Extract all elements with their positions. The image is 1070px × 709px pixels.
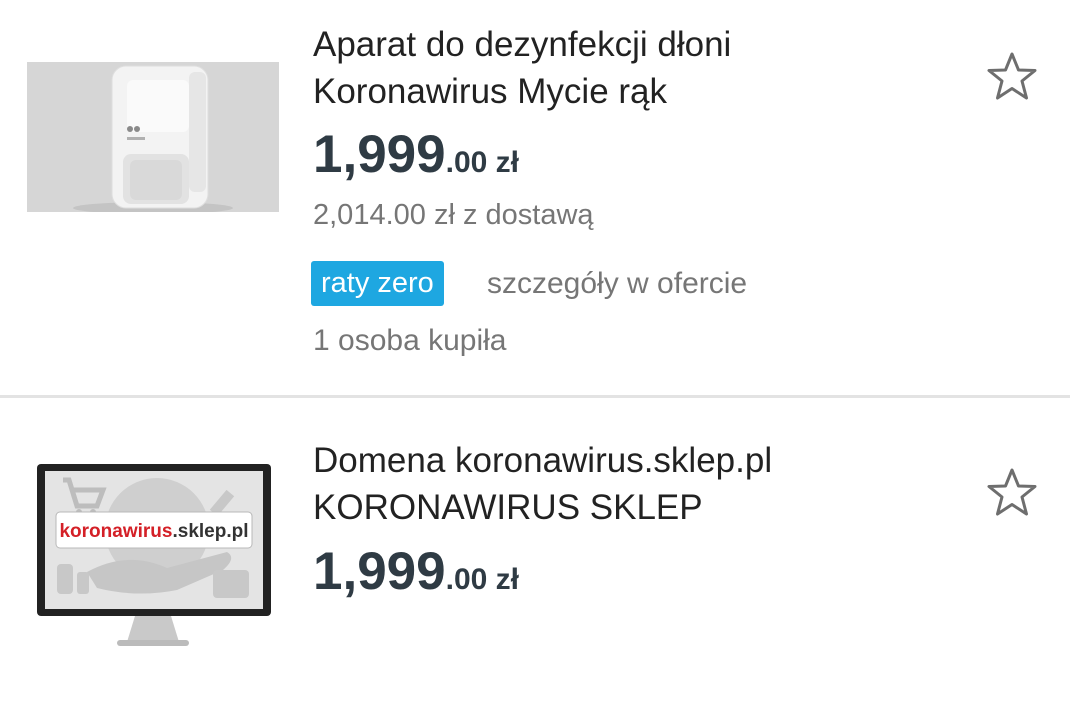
- star-outline-icon[interactable]: [985, 467, 1039, 517]
- dispenser-thumbnail[interactable]: [27, 62, 279, 212]
- price-cents-currency: .00 zł: [445, 563, 520, 596]
- listing-title[interactable]: Domena koronawirus.sklep.pl KORONAWIRUS …: [313, 437, 933, 531]
- domain-thumbnail[interactable]: koronawirus.sklep.pl: [27, 460, 279, 650]
- thumbnail-text-dark: .sklep.pl: [172, 521, 248, 542]
- listing-title-line-1: Domena koronawirus.sklep.pl: [313, 441, 773, 480]
- listing-title-line-2: Koronawirus Mycie rąk: [313, 72, 667, 111]
- installment-details-text: szczegóły w ofercie: [487, 267, 748, 300]
- star-outline-icon[interactable]: [985, 51, 1039, 101]
- listing-title[interactable]: Aparat do dezynfekcji dłoni Koronawirus …: [313, 21, 933, 115]
- price-main: 1,999: [313, 542, 446, 601]
- price-cents-currency: .00 zł: [445, 146, 520, 179]
- listing-title-line-1: Aparat do dezynfekcji dłoni: [313, 25, 732, 64]
- price: 1,999.00 zł: [313, 124, 519, 194]
- listing-item-domain[interactable]: koronawirus.sklep.pl Domena koronawirus.…: [0, 398, 1070, 709]
- raty-zero-badge: raty zero: [311, 261, 444, 306]
- thumbnail-text-red: koronawirus: [59, 521, 172, 542]
- price: 1,999.00 zł: [313, 541, 519, 611]
- price-main: 1,999: [313, 125, 446, 184]
- listing-title-line-2: KORONAWIRUS SKLEP: [313, 488, 703, 527]
- buyers-count: 1 osoba kupiła: [313, 324, 507, 357]
- svg-text:koronawirus.sklep.pl: koronawirus.sklep.pl: [59, 521, 248, 542]
- price-with-shipping: 2,014.00 zł z dostawą: [313, 199, 594, 231]
- listing-item-dispenser[interactable]: Aparat do dezynfekcji dłoni Koronawirus …: [0, 0, 1070, 395]
